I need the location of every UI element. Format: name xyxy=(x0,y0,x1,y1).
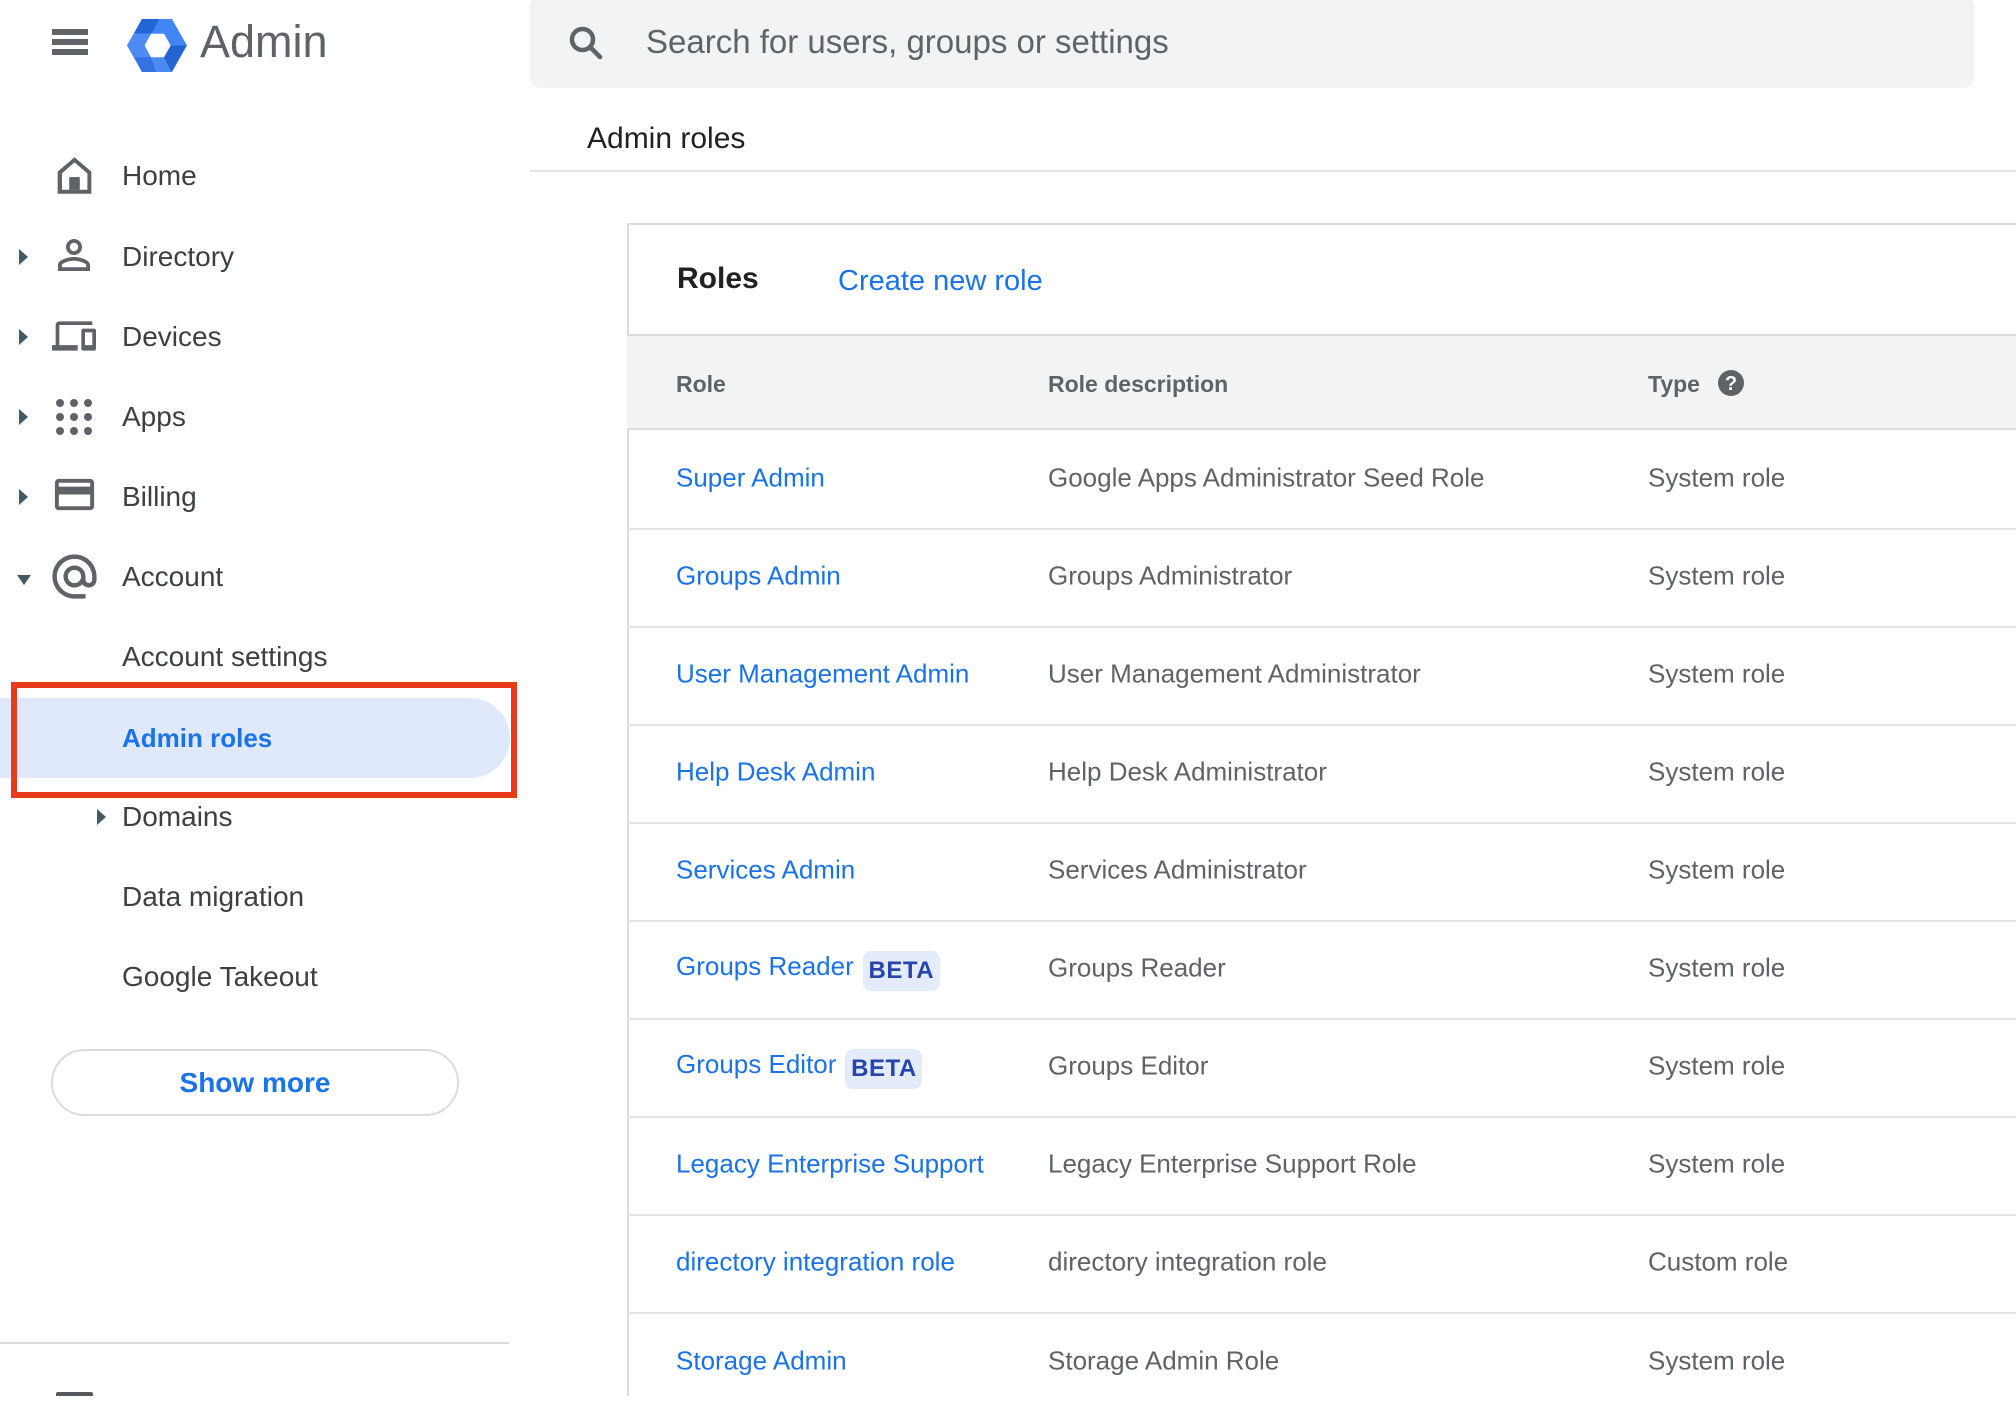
svg-text:?: ? xyxy=(1725,373,1737,395)
